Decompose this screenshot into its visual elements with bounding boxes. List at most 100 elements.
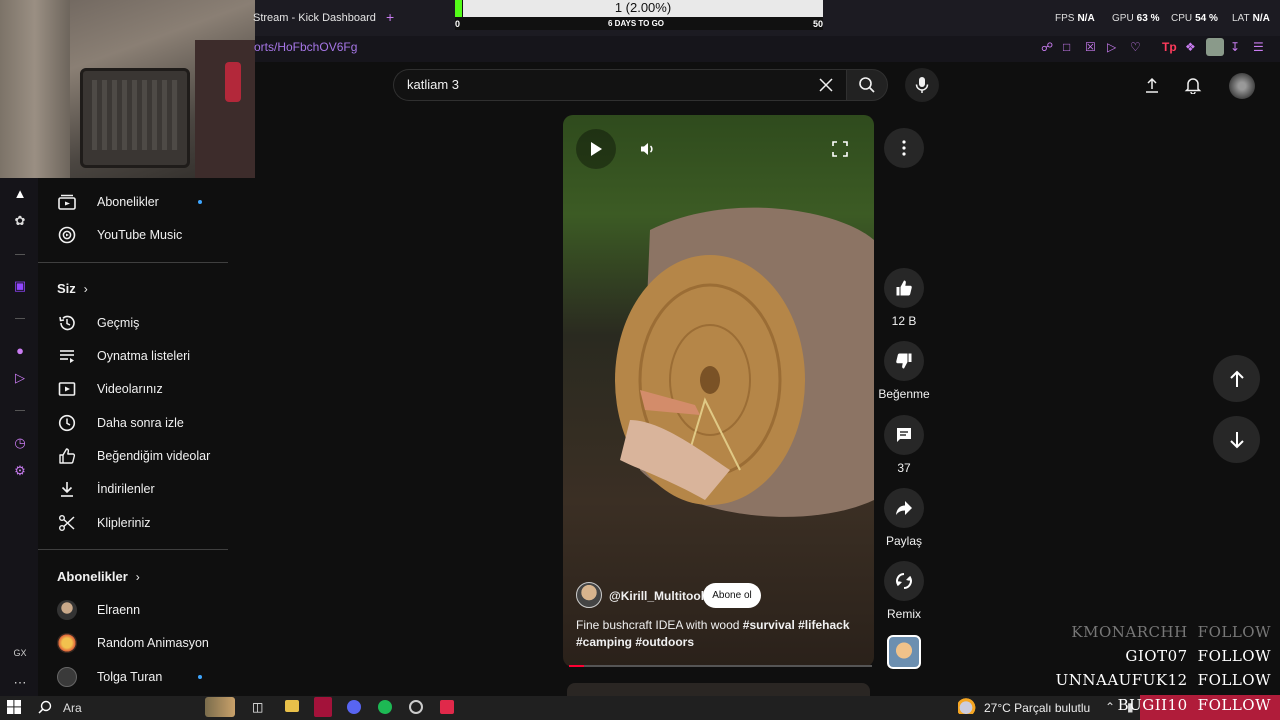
sidebar-item-clips[interactable]: Klipleriniz <box>38 506 228 540</box>
caption-hashtags[interactable]: #camping #outdoors <box>576 635 694 649</box>
comment-icon <box>897 428 911 442</box>
goal-bar-fill <box>455 0 462 17</box>
remix-button[interactable] <box>884 561 924 601</box>
search-box[interactable] <box>393 69 846 101</box>
video-progress-fill <box>569 665 584 667</box>
follow-alert: GIOT07 FOLLOW <box>1125 647 1271 665</box>
next-short-button[interactable] <box>1213 416 1260 463</box>
chevron-up-icon[interactable]: ⌃ <box>1105 700 1115 716</box>
caption-hashtags[interactable]: #survival #lifehack <box>743 618 850 632</box>
browser-tab-title[interactable]: Stream - Kick Dashboard <box>253 12 376 24</box>
follow-alert: BUGII10 FOLLOW <box>1118 696 1271 714</box>
sidebar-channel-random-animasyon[interactable]: Random Animasyon <box>38 626 228 660</box>
thumbs-up-icon <box>896 280 912 296</box>
address-bar <box>255 36 1280 62</box>
notifications-button[interactable] <box>1180 72 1206 98</box>
file-explorer-icon[interactable] <box>285 700 299 712</box>
sidebar-item-label: Abonelikler <box>97 195 159 209</box>
youtube-music-icon <box>57 225 77 245</box>
channel-avatar[interactable] <box>576 582 602 608</box>
search-button[interactable] <box>846 69 888 101</box>
deer-decoration-icon <box>205 697 235 717</box>
task-view-icon[interactable]: ◫ <box>252 700 263 716</box>
download-icon[interactable]: ↧ <box>1230 40 1244 54</box>
share-button[interactable] <box>884 488 924 528</box>
play-button[interactable] <box>576 129 616 169</box>
spotify-rail-icon[interactable]: ● <box>12 343 28 359</box>
previous-short-button[interactable] <box>1213 355 1260 402</box>
goal-days-left: 6 DAYS TO GO <box>608 19 665 28</box>
spotify-icon[interactable] <box>378 700 392 714</box>
bookmark-icon[interactable]: ☍ <box>1041 40 1055 54</box>
voice-search-button[interactable] <box>905 68 939 102</box>
windows-logo-icon <box>7 700 21 714</box>
opera-arrow-icon[interactable]: ▲ <box>12 186 28 202</box>
sidebar-item-watch-later[interactable]: Daha sonra izle <box>38 406 228 440</box>
heart-icon[interactable]: ♡ <box>1130 40 1144 54</box>
browser-side-rail: ▲ ✿ ▣ ● ▷ ◷ ⚙ GX ⋯ <box>0 178 38 698</box>
obs-icon[interactable] <box>409 700 423 714</box>
subscribe-button[interactable]: Abone ol <box>703 583 761 608</box>
screenshot-icon[interactable]: □ <box>1063 40 1077 54</box>
new-content-dot <box>198 200 202 204</box>
gx-icon[interactable]: GX <box>12 648 28 664</box>
profile-extension-icon[interactable] <box>1206 38 1224 56</box>
sidebar-item-history[interactable]: Geçmiş <box>38 306 228 340</box>
comments-button[interactable] <box>884 415 924 455</box>
channel-name: Random Animasyon <box>97 636 209 650</box>
opera-gx-taskbar-icon[interactable] <box>314 697 332 717</box>
extensions-icon[interactable]: ❖ <box>1185 40 1199 54</box>
fullscreen-button[interactable] <box>820 129 860 169</box>
sidebar-item-youtube-music[interactable]: YouTube Music <box>38 218 228 252</box>
more-vertical-icon <box>902 140 906 156</box>
block-icon[interactable]: ☒ <box>1085 40 1099 54</box>
sidebar-item-liked-videos[interactable]: Beğendiğim videolar <box>38 439 228 473</box>
sidebar-item-playlists[interactable]: Oynatma listeleri <box>38 339 228 373</box>
url-text[interactable]: orts/HoFbchOV6Fg <box>254 40 357 54</box>
new-tab-button[interactable]: + <box>386 9 394 25</box>
follow-alert-user: GIOT07 <box>1125 647 1188 665</box>
discord-icon[interactable] <box>347 700 361 714</box>
sidebar-item-label: Geçmiş <box>97 316 140 330</box>
audio-source-thumbnail[interactable] <box>887 635 921 669</box>
windows-start-button[interactable] <box>7 700 21 716</box>
play-extension-icon[interactable]: ▷ <box>1107 40 1121 54</box>
chatgpt-icon[interactable]: ✿ <box>12 213 28 229</box>
channel-handle[interactable]: @Kirill_Multitool <box>609 589 704 603</box>
arrow-down-icon <box>1229 431 1244 448</box>
clear-search-button[interactable] <box>814 74 838 96</box>
microphone-icon <box>915 77 929 93</box>
player-rail-icon[interactable]: ▷ <box>12 370 28 386</box>
sidebar-item-label: Oynatma listeleri <box>97 349 191 363</box>
sidebar-item-your-videos[interactable]: Videolarınız <box>38 372 228 406</box>
weather-icon[interactable] <box>958 698 978 714</box>
dislike-button[interactable] <box>884 341 924 381</box>
tp-extension-icon[interactable]: Tp <box>1162 40 1177 54</box>
playlists-icon <box>57 346 77 366</box>
taskbar-search-box[interactable]: Ara <box>63 701 82 717</box>
app-taskbar-icon[interactable] <box>440 700 454 714</box>
mute-button[interactable] <box>628 129 668 169</box>
twitch-icon[interactable]: ▣ <box>12 278 28 294</box>
subscriptions-section-header[interactable]: Abonelikler › <box>57 569 140 584</box>
video-progress-track[interactable] <box>569 665 872 667</box>
search-input[interactable]: katliam 3 <box>407 77 459 92</box>
you-section-header[interactable]: Siz › <box>57 281 88 296</box>
more-options-button[interactable] <box>884 128 924 168</box>
youtube-sidebar: Abonelikler YouTube Music Siz › Geçmiş O… <box>38 178 238 698</box>
history-rail-icon[interactable]: ◷ <box>12 435 28 451</box>
sidebar-channel-elraenn[interactable]: Elraenn <box>38 593 228 627</box>
subscriptions-header-label: Abonelikler <box>57 569 128 584</box>
dislike-label: Beğenme <box>878 387 930 401</box>
upload-button[interactable] <box>1139 72 1165 98</box>
taskbar-search-icon[interactable] <box>38 700 52 716</box>
profile-avatar[interactable] <box>1229 73 1255 99</box>
chevron-right-icon: › <box>135 569 140 584</box>
like-button[interactable] <box>884 268 924 308</box>
sidebar-item-downloads[interactable]: İndirilenler <box>38 472 228 506</box>
weather-text[interactable]: 27°C Parçalı bulutlu <box>984 701 1090 717</box>
more-rail-icon[interactable]: ⋯ <box>12 675 28 691</box>
webcam-overlay <box>0 0 255 178</box>
menu-icon[interactable]: ☰ <box>1253 40 1267 54</box>
settings-rail-icon[interactable]: ⚙ <box>12 463 28 479</box>
